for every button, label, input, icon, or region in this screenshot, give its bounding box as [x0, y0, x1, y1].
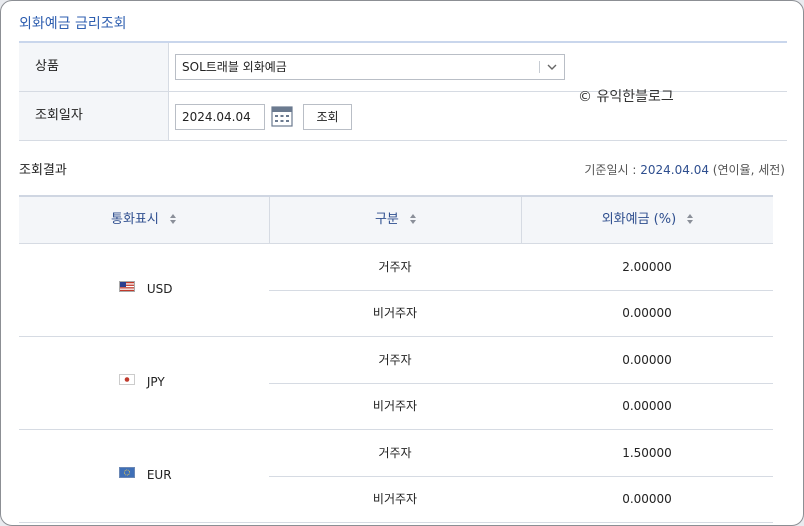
table-row-group-jpy: JPY 거주자 0.00000 비거주자 0.00000: [19, 337, 773, 430]
base-date-info: 기준일시 : 2024.04.04 (연이율, 세전): [584, 161, 785, 178]
currency-cell: JPY: [19, 337, 269, 429]
column-header-rate[interactable]: 외화예금 (%): [521, 197, 774, 243]
rate-table: 통화표시 구분 외화예금 (%) USD 거주자 2.00000 비거주자 0.…: [19, 195, 773, 523]
product-select[interactable]: SOL트래블 외화예금: [175, 54, 565, 80]
sort-icon[interactable]: [409, 213, 417, 225]
currency-code: JPY: [146, 375, 165, 389]
page-title: 외화예금 금리조회: [19, 16, 127, 32]
table-row: 거주자 0.00000: [269, 337, 773, 384]
rate-cell: 2.00000: [622, 260, 672, 274]
rate-cell: 0.00000: [622, 492, 672, 506]
table-header: 통화표시 구분 외화예금 (%): [19, 195, 773, 244]
rate-cell: 0.00000: [622, 353, 672, 367]
watermark: © 유익한블로그: [578, 89, 674, 105]
table-row: 비거주자 0.00000: [269, 383, 773, 429]
base-date-suffix: (연이율, 세전): [712, 163, 785, 177]
currency-label: EUR: [119, 467, 172, 482]
product-label: 상품: [19, 43, 169, 91]
column-header-label: 외화예금 (%): [601, 212, 677, 227]
eu-flag-icon: [119, 467, 135, 478]
table-row: 비거주자 0.00000: [269, 290, 773, 336]
date-input[interactable]: 2024.04.04: [175, 104, 265, 130]
rate-cell: 0.00000: [622, 399, 672, 413]
table-row: 비거주자 0.00000: [269, 476, 773, 522]
currency-code: EUR: [146, 468, 172, 482]
table-row: 거주자 1.50000: [269, 430, 773, 477]
type-cell: 거주자: [378, 353, 412, 367]
us-flag-icon: [119, 281, 135, 292]
rate-cell: 1.50000: [622, 446, 672, 460]
type-cell: 비거주자: [372, 399, 418, 413]
column-header-label: 통화표시: [111, 212, 159, 227]
currency-cell: EUR: [19, 430, 269, 522]
product-select-value: SOL트래블 외화예금: [182, 60, 287, 74]
table-row: 거주자 2.00000: [269, 244, 773, 291]
result-heading: 조회결과: [19, 163, 67, 178]
rate-cell: 0.00000: [622, 306, 672, 320]
sort-icon[interactable]: [169, 213, 177, 225]
type-cell: 거주자: [378, 260, 412, 274]
currency-cell: USD: [19, 244, 269, 336]
sort-icon[interactable]: [686, 213, 694, 225]
base-date-value: 2024.04.04: [640, 163, 709, 177]
product-row: 상품 SOL트래블 외화예금: [19, 43, 787, 92]
column-header-type[interactable]: 구분: [269, 197, 522, 243]
search-button[interactable]: 조회: [303, 104, 352, 130]
date-label: 조회일자: [19, 92, 169, 140]
currency-label: JPY: [119, 374, 165, 389]
window-frame: 외화예금 금리조회 상품 SOL트래블 외화예금 조회일자 2024.04.04…: [0, 0, 804, 526]
base-date-prefix: 기준일시 :: [584, 163, 637, 177]
column-header-currency[interactable]: 통화표시: [19, 197, 269, 243]
type-cell: 비거주자: [372, 306, 418, 320]
table-row-group-usd: USD 거주자 2.00000 비거주자 0.00000: [19, 244, 773, 337]
table-row-group-eur: EUR 거주자 1.50000 비거주자 0.00000: [19, 430, 773, 523]
type-cell: 비거주자: [372, 492, 418, 506]
select-divider: [539, 61, 540, 73]
currency-label: USD: [119, 281, 173, 296]
jp-flag-icon: [119, 374, 135, 385]
calendar-icon[interactable]: [271, 105, 293, 127]
column-header-label: 구분: [374, 212, 399, 227]
type-cell: 거주자: [378, 446, 412, 460]
currency-code: USD: [146, 282, 173, 296]
chevron-down-icon[interactable]: [546, 61, 558, 73]
